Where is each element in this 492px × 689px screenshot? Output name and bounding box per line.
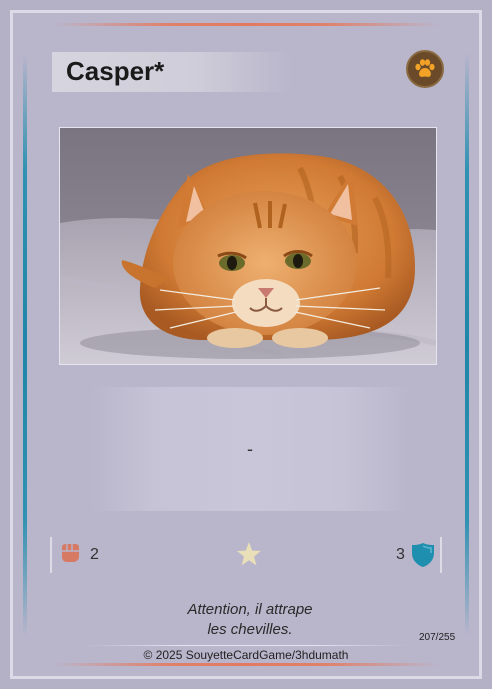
flavor-line-1: Attention, il attrape <box>187 601 313 618</box>
star-icon <box>237 542 261 566</box>
card-right-accent <box>465 53 469 636</box>
copyright-text: © 2025 SouyetteCardGame/3hdumath <box>143 648 349 662</box>
game-card[interactable]: Casper* - 2 3 Attention, il attrape les … <box>10 10 482 679</box>
flavor-text: Attention, il attrape les chevilles. <box>143 600 357 640</box>
stat-divider-left <box>50 537 52 573</box>
card-number: 207/255 <box>419 632 456 643</box>
card-art-frame <box>59 127 437 365</box>
flavor-line-2: les chevilles. <box>207 621 293 638</box>
shield-icon <box>412 543 434 567</box>
type-badge <box>406 50 444 88</box>
effect-box: - <box>91 387 409 511</box>
card-title: Casper* <box>66 56 165 86</box>
defense-value: 3 <box>396 546 405 563</box>
attack-value: 2 <box>90 546 99 563</box>
effect-text: - <box>247 439 253 459</box>
card-left-accent <box>23 53 27 636</box>
cat-illustration <box>60 128 436 364</box>
fist-icon <box>62 544 79 562</box>
card-bottom-accent <box>53 663 439 666</box>
paw-icon <box>415 59 435 77</box>
card-top-accent <box>53 23 439 26</box>
stat-divider-right <box>440 537 442 573</box>
flavor-divider <box>83 645 409 646</box>
